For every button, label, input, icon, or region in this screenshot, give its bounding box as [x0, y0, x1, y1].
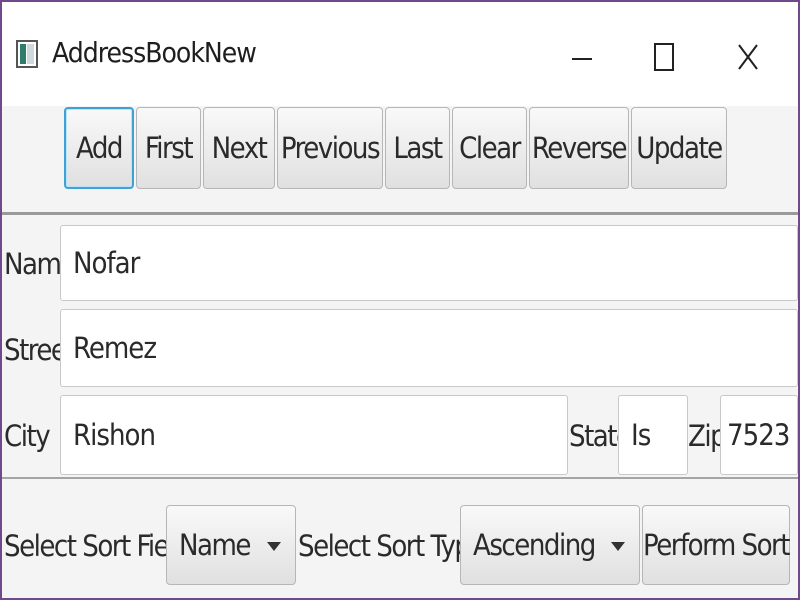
next-button[interactable]: Next: [203, 107, 275, 189]
state-field[interactable]: Is: [618, 395, 688, 475]
city-field[interactable]: Rishon: [60, 395, 568, 475]
maximize-button[interactable]: [634, 32, 694, 82]
app-window-icon: [16, 40, 38, 68]
app-window: AddressBookNew Add First Next Previous L…: [0, 0, 800, 600]
title-bar[interactable]: AddressBookNew: [2, 2, 798, 106]
previous-button[interactable]: Previous: [277, 107, 383, 189]
name-field[interactable]: Nofar: [60, 225, 798, 301]
clear-button[interactable]: Clear: [452, 107, 527, 189]
address-form: Name Nofar Street Remez City Rishon Stat…: [2, 215, 798, 477]
add-button[interactable]: Add: [64, 107, 134, 189]
last-button[interactable]: Last: [385, 107, 450, 189]
chevron-down-icon: [611, 542, 625, 551]
perform-sort-button[interactable]: Perform Sort: [642, 505, 791, 585]
window-title: AddressBookNew: [52, 36, 257, 69]
chevron-down-icon: [267, 542, 281, 551]
update-button[interactable]: Update: [631, 107, 727, 189]
reverse-button[interactable]: Reverse: [529, 107, 629, 189]
minimize-icon: [572, 58, 592, 60]
toolbar: Add First Next Previous Last Clear Rever…: [2, 106, 798, 214]
sort-type-value: Ascending: [473, 528, 596, 562]
sort-field-select[interactable]: Name: [166, 505, 296, 585]
street-field[interactable]: Remez: [60, 309, 798, 387]
zip-field[interactable]: 7523: [720, 395, 798, 475]
maximize-icon: [654, 43, 674, 71]
sort-controls: Select Sort Field: Name Select Sort Type…: [2, 479, 798, 598]
sort-type-select[interactable]: Ascending: [460, 505, 640, 585]
sort-field-value: Name: [179, 528, 251, 562]
close-button[interactable]: [718, 32, 778, 82]
close-icon: [738, 44, 758, 70]
first-button[interactable]: First: [136, 107, 201, 189]
minimize-button[interactable]: [552, 32, 612, 82]
city-label: City: [4, 419, 51, 453]
